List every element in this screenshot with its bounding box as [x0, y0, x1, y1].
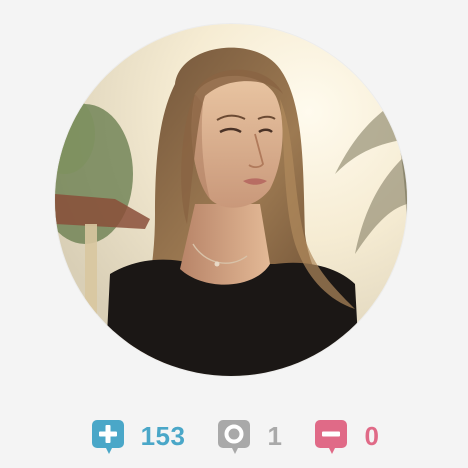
positive-count: 153 — [140, 421, 186, 451]
negative-stat[interactable]: 0 — [312, 417, 379, 455]
avatar-photo — [55, 24, 407, 376]
profile-card: 153 1 0 — [0, 0, 468, 468]
negative-count: 0 — [364, 421, 380, 451]
reputation-stats: 153 1 0 — [0, 416, 468, 456]
plus-bubble-icon[interactable] — [89, 417, 127, 455]
minus-bubble-icon[interactable] — [312, 417, 350, 455]
neutral-stat[interactable]: 1 — [215, 417, 282, 455]
circle-bubble-icon[interactable] — [215, 417, 253, 455]
positive-stat[interactable]: 153 — [89, 417, 186, 455]
neutral-count: 1 — [267, 421, 283, 451]
avatar[interactable] — [55, 24, 407, 376]
